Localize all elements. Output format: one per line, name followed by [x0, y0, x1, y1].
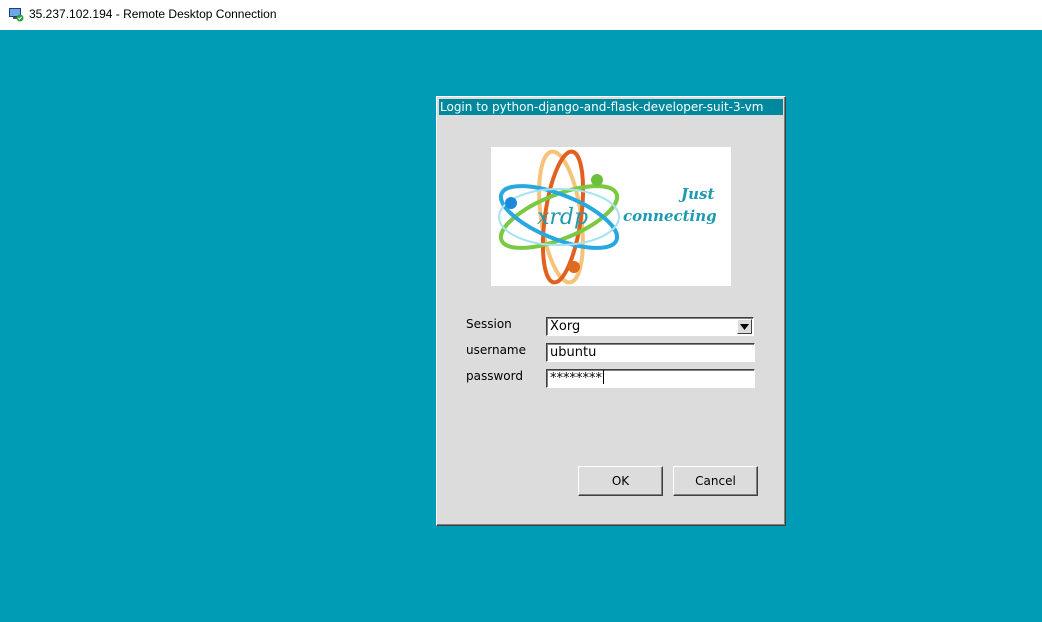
xrdp-logo: xrdp Just connecting — [491, 147, 731, 286]
password-label: password — [466, 369, 523, 383]
window-titlebar[interactable]: 35.237.102.194 - Remote Desktop Connecti… — [0, 0, 1042, 30]
login-dialog: Login to python-django-and-flask-develop… — [436, 96, 786, 526]
session-select[interactable]: Xorg — [546, 317, 754, 336]
ok-button[interactable]: OK — [578, 466, 663, 496]
session-select-value: Xorg — [550, 319, 581, 334]
window-title: 35.237.102.194 - Remote Desktop Connecti… — [29, 7, 277, 21]
username-value: ubuntu — [550, 345, 597, 360]
remote-desktop-icon — [9, 8, 24, 22]
logo-tagline-line2: connecting — [623, 207, 717, 225]
session-label: Session — [466, 317, 512, 331]
password-input[interactable]: ******** — [546, 369, 755, 388]
cancel-button[interactable]: Cancel — [673, 466, 758, 496]
dialog-title[interactable]: Login to python-django-and-flask-develop… — [439, 99, 783, 115]
logo-word: xrdp — [537, 205, 589, 230]
password-value: ******** — [550, 371, 602, 386]
text-caret — [603, 370, 604, 384]
chevron-down-icon — [740, 324, 749, 330]
logo-tagline-line1: Just — [681, 185, 715, 203]
username-input[interactable]: ubuntu — [546, 343, 755, 362]
session-dropdown-button[interactable] — [737, 319, 752, 334]
username-label: username — [466, 343, 526, 357]
